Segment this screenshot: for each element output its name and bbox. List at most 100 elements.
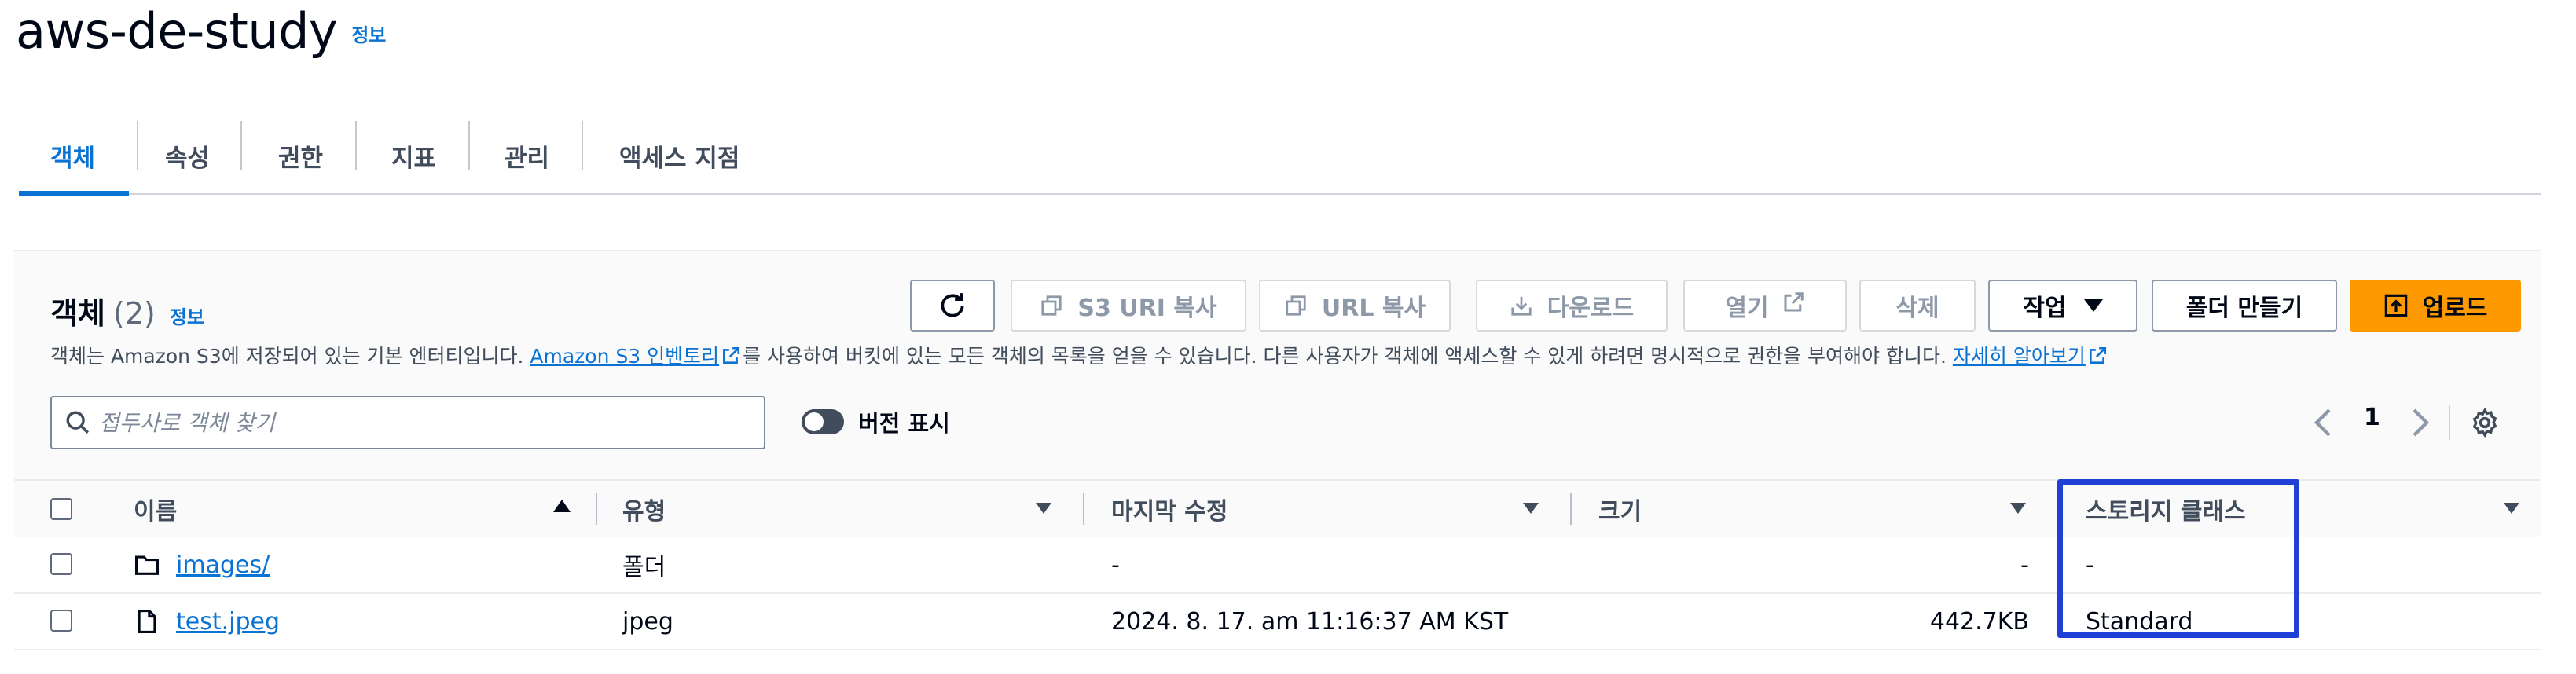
copy-url-button[interactable]: URL 복사 <box>1259 280 1451 332</box>
sort-caret-icon[interactable] <box>2504 503 2519 514</box>
copy-icon <box>1284 294 1308 317</box>
settings-gear-icon[interactable] <box>2469 407 2501 438</box>
tab-separator <box>137 121 138 170</box>
tab-permissions[interactable]: 권한 <box>278 118 323 193</box>
pager-divider <box>2449 405 2450 440</box>
file-icon <box>138 609 156 634</box>
search-box <box>50 396 765 449</box>
copy-url-label: URL 복사 <box>1321 295 1426 322</box>
description-text-2: 를 사용하여 버킷에 있는 모든 객체의 목록을 얻을 수 있습니다. 다른 사… <box>743 345 1953 368</box>
tab-separator <box>468 121 470 170</box>
object-modified-cell: 2024. 8. 17. am 11:16:37 AM KST <box>1111 607 1509 636</box>
sort-caret-icon[interactable] <box>1523 503 1539 514</box>
copy-icon <box>1040 294 1063 317</box>
column-type-label: 유형 <box>622 498 666 526</box>
search-icon <box>66 411 90 434</box>
column-separator <box>1083 493 1084 525</box>
copy-s3-uri-button[interactable]: S3 URI 복사 <box>1011 280 1246 332</box>
tab-objects[interactable]: 객체 <box>50 118 95 193</box>
object-name-cell: test.jpeg <box>134 594 280 649</box>
object-modified-cell: - <box>1111 551 1120 579</box>
toggle-switch[interactable] <box>802 409 844 434</box>
object-name-cell: images/ <box>134 537 270 592</box>
create-folder-label: 폴더 만들기 <box>2185 295 2303 322</box>
refresh-button[interactable] <box>910 280 995 332</box>
object-type-cell: 폴더 <box>622 554 666 581</box>
bucket-name: aws-de-study <box>16 2 338 60</box>
folder-icon <box>134 555 160 575</box>
sort-caret-icon[interactable] <box>2010 503 2026 514</box>
tab-properties-label: 속성 <box>165 144 211 173</box>
sort-ascending-icon[interactable] <box>553 500 571 512</box>
select-all-checkbox[interactable] <box>50 498 72 520</box>
tab-properties[interactable]: 속성 <box>165 118 210 193</box>
object-size-cell: - <box>2020 551 2029 579</box>
external-link-icon <box>723 346 740 364</box>
copy-s3-uri-label: S3 URI 복사 <box>1077 295 1217 322</box>
objects-description: 객체는 Amazon S3에 저장되어 있는 기본 엔터티입니다. Amazon… <box>50 341 2109 369</box>
tab-metrics-label: 지표 <box>391 144 437 173</box>
object-name-link[interactable]: images/ <box>176 551 270 579</box>
column-header-name[interactable]: 이름 <box>134 481 177 537</box>
open-button[interactable]: 열기 <box>1683 280 1847 332</box>
tab-permissions-label: 권한 <box>278 144 324 173</box>
tab-separator <box>355 121 357 170</box>
open-label: 열기 <box>1725 295 1769 322</box>
tab-metrics[interactable]: 지표 <box>391 118 436 193</box>
show-versions-label: 버전 표시 <box>858 410 950 437</box>
column-size-label: 크기 <box>1598 498 1642 526</box>
sort-caret-icon[interactable] <box>1036 503 1051 514</box>
actions-label: 작업 <box>2023 295 2067 322</box>
column-header-last-modified[interactable]: 마지막 수정 <box>1111 481 1227 537</box>
object-type-cell: jpeg <box>622 607 673 636</box>
search-input[interactable] <box>97 408 745 437</box>
object-size-cell: 442.7KB <box>1929 607 2029 636</box>
external-link-icon <box>1782 291 1805 321</box>
learn-more-link[interactable]: 자세히 알아보기 <box>1953 345 2086 368</box>
next-page-icon[interactable] <box>2408 407 2431 438</box>
tab-management-label: 관리 <box>505 144 550 173</box>
tab-access-points[interactable]: 액세스 지점 <box>619 118 739 193</box>
current-page-number[interactable]: 1 <box>2364 404 2380 431</box>
page-header: aws-de-study 정보 <box>16 0 386 63</box>
tab-separator <box>240 121 242 170</box>
active-tab-indicator <box>19 191 129 196</box>
delete-label: 삭제 <box>1895 295 1939 322</box>
download-icon <box>1510 294 1533 317</box>
objects-count: (2) <box>112 296 156 331</box>
column-separator <box>596 493 597 525</box>
upload-icon <box>2383 293 2409 318</box>
refresh-icon <box>941 293 964 317</box>
tab-objects-label: 객체 <box>50 144 96 173</box>
upload-button[interactable]: 업로드 <box>2350 280 2521 332</box>
column-header-size[interactable]: 크기 <box>1598 481 1642 537</box>
download-label: 다운로드 <box>1547 295 1635 322</box>
column-name-label: 이름 <box>134 498 178 526</box>
tab-access-points-label: 액세스 지점 <box>619 144 740 173</box>
objects-info-link[interactable]: 정보 <box>170 302 204 329</box>
column-header-type[interactable]: 유형 <box>622 481 666 537</box>
delete-button[interactable]: 삭제 <box>1859 280 1976 332</box>
header-info-link[interactable]: 정보 <box>351 20 386 47</box>
inventory-link[interactable]: Amazon S3 인벤토리 <box>530 345 719 368</box>
row-checkbox[interactable] <box>50 553 72 575</box>
download-button[interactable]: 다운로드 <box>1476 280 1668 332</box>
object-name-link[interactable]: test.jpeg <box>176 608 280 636</box>
create-folder-button[interactable]: 폴더 만들기 <box>2152 280 2337 332</box>
description-text-1: 객체는 Amazon S3에 저장되어 있는 기본 엔터티입니다. <box>50 345 530 368</box>
previous-page-icon[interactable] <box>2312 407 2336 438</box>
storage-class-highlight-box <box>2057 479 2299 638</box>
tab-separator <box>582 121 583 170</box>
column-separator <box>1570 493 1572 525</box>
bucket-tabs: 객체 속성 권한 지표 관리 액세스 지점 <box>19 118 2541 196</box>
actions-button[interactable]: 작업 <box>1988 280 2137 332</box>
row-checkbox[interactable] <box>50 610 72 632</box>
column-last-modified-label: 마지막 수정 <box>1111 498 1228 526</box>
objects-heading: 객체 (2) 정보 <box>50 289 204 332</box>
external-link-icon <box>2089 346 2106 364</box>
upload-label: 업로드 <box>2422 295 2488 322</box>
caret-down-icon <box>2083 299 2103 312</box>
show-versions-toggle[interactable]: 버전 표시 <box>802 405 950 438</box>
objects-heading-text: 객체 <box>50 296 105 331</box>
tab-management[interactable]: 관리 <box>505 118 549 193</box>
